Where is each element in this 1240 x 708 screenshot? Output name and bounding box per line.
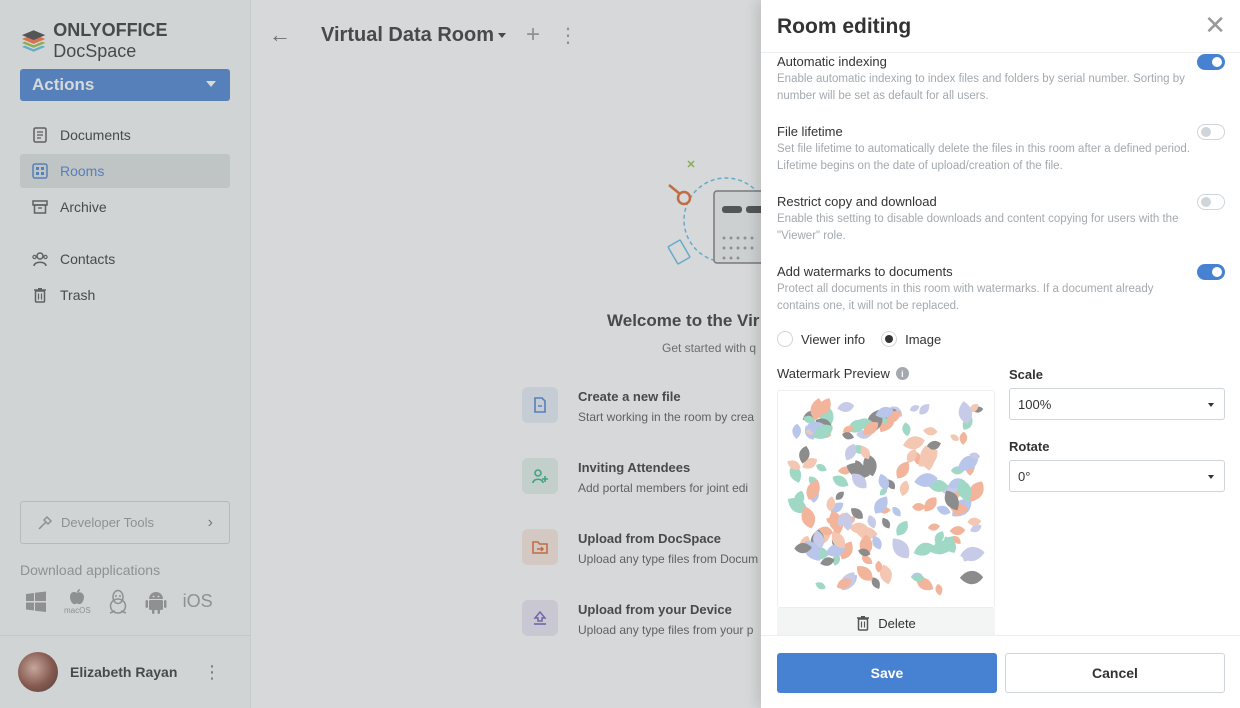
watermark-drop <box>792 423 802 439</box>
setting-description: Enable automatic indexing to index files… <box>777 73 1185 102</box>
panel-header: Room editing ✕ <box>761 0 1240 53</box>
watermark-drop <box>935 583 943 596</box>
watermark-drop <box>837 402 855 412</box>
cancel-button[interactable]: Cancel <box>1005 653 1225 693</box>
viewer-info-radio[interactable] <box>777 331 793 347</box>
watermark-drop <box>919 404 930 415</box>
caret-down-icon <box>1208 475 1214 479</box>
watermark-drop <box>959 431 968 445</box>
watermark-drop <box>892 507 901 517</box>
save-button[interactable]: Save <box>777 653 997 693</box>
panel-footer: Save Cancel <box>761 635 1240 708</box>
watermark-drop <box>950 434 959 441</box>
image-label[interactable]: Image <box>905 332 941 347</box>
rotate-label: Rotate <box>1009 439 1050 454</box>
caret-down-icon <box>1208 403 1214 407</box>
watermark-drop <box>960 546 985 561</box>
setting-description: Set file lifetime to automatically delet… <box>777 143 1190 172</box>
watermark-drop <box>923 427 938 436</box>
watermark-drop <box>909 405 920 412</box>
watermark-drop <box>835 491 844 500</box>
setting-file-lifetime: File lifetime Set file lifetime to autom… <box>777 124 1227 175</box>
delete-watermark-button[interactable]: Delete <box>777 608 995 635</box>
setting-description: Protect all documents in this room with … <box>777 283 1154 312</box>
watermark-drop <box>924 497 937 512</box>
setting-title: Add watermarks to documents <box>777 264 953 279</box>
restrict-copy-toggle[interactable] <box>1197 194 1225 210</box>
watermark-drop <box>912 503 926 511</box>
rotate-select[interactable]: 0° <box>1009 460 1225 492</box>
viewer-info-label[interactable]: Viewer info <box>801 332 865 347</box>
scale-label: Scale <box>1009 367 1043 382</box>
watermark-drop <box>832 475 849 487</box>
setting-automatic-indexing: Automatic indexing Enable automatic inde… <box>777 54 1227 105</box>
automatic-indexing-toggle[interactable] <box>1197 54 1225 70</box>
watermark-drop <box>927 523 941 531</box>
setting-title: File lifetime <box>777 124 843 139</box>
setting-add-watermarks: Add watermarks to documents Protect all … <box>777 264 1227 315</box>
trash-icon <box>857 616 870 631</box>
add-watermarks-toggle[interactable] <box>1197 264 1225 280</box>
panel-body[interactable]: Automatic indexing Enable automatic inde… <box>761 53 1240 635</box>
delete-label: Delete <box>878 615 916 631</box>
watermark-drop <box>959 570 984 585</box>
watermark-drop <box>882 517 891 529</box>
watermark-drop <box>892 538 910 559</box>
watermark-type-group: Viewer info Image <box>777 331 941 347</box>
watermark-drop <box>815 582 826 590</box>
file-lifetime-toggle[interactable] <box>1197 124 1225 140</box>
scale-value: 100% <box>1018 396 1052 412</box>
watermark-image <box>787 398 985 596</box>
setting-restrict-copy: Restrict copy and download Enable this s… <box>777 194 1227 245</box>
watermark-drop <box>913 542 934 556</box>
watermark-drop <box>816 463 827 472</box>
watermark-drop <box>967 517 982 526</box>
watermark-preview <box>777 390 995 608</box>
watermark-drop <box>903 436 925 450</box>
watermark-drop <box>874 496 888 514</box>
watermark-preview-label: Watermark Preview i <box>777 366 909 381</box>
modal-backdrop[interactable] <box>0 0 761 708</box>
close-icon[interactable]: ✕ <box>1204 12 1226 38</box>
info-icon[interactable]: i <box>895 367 909 380</box>
watermark-drop <box>899 480 910 497</box>
rotate-value: 0° <box>1018 468 1031 484</box>
room-editing-panel: Room editing ✕ Automatic indexing Enable… <box>761 0 1240 708</box>
setting-title: Restrict copy and download <box>777 194 937 209</box>
watermark-drop <box>896 520 908 536</box>
watermark-drop <box>949 526 966 536</box>
watermark-drop <box>902 422 911 437</box>
setting-description: Enable this setting to disable downloads… <box>777 213 1179 242</box>
setting-title: Automatic indexing <box>777 54 887 69</box>
image-radio[interactable] <box>881 331 898 347</box>
panel-title: Room editing <box>777 15 912 38</box>
scale-select[interactable]: 100% <box>1009 388 1225 420</box>
